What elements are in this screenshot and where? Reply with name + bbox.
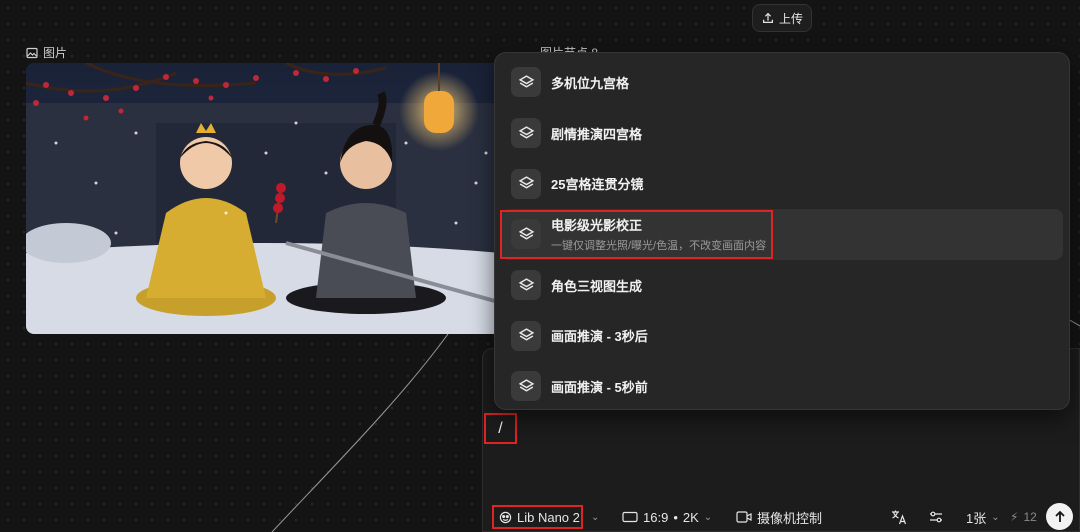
sliders-icon (930, 511, 942, 523)
camera-control-label: 摄像机控制 (757, 510, 823, 526)
layers-icon (511, 270, 541, 301)
lightning-icon: ⚡ (1010, 510, 1019, 524)
menu-item-multi-camera-grid[interactable]: 多机位九宫格 (501, 57, 1063, 108)
menu-item-description: 一键仅调整光照/曝光/色温，不改变画面内容 (551, 240, 767, 253)
layers-icon (511, 320, 541, 351)
settings-sliders-button[interactable] (928, 505, 944, 529)
menu-item-character-three-view[interactable]: 角色三视图生成 (501, 260, 1063, 311)
menu-item-story-four-grid[interactable]: 剧情推演四宫格 (501, 108, 1063, 159)
menu-item-title: 25宫格连贯分镜 (551, 177, 644, 193)
image-count-value: 1张 (966, 510, 987, 526)
separator-dot: • (673, 509, 678, 525)
menu-item-scene-minus-5s[interactable]: 画面推演 - 5秒前 (501, 361, 1063, 412)
generated-image (26, 63, 502, 334)
model-select[interactable]: Lib Nano 2 (492, 505, 583, 529)
menu-item-title: 画面推演 - 5秒前 (551, 379, 648, 395)
chevron-down-icon: ⌄ (991, 511, 1000, 523)
menu-item-title: 角色三视图生成 (551, 278, 643, 294)
menu-item-title: 画面推演 - 3秒后 (551, 329, 648, 345)
arrow-up-icon (1054, 510, 1065, 522)
translate-button[interactable] (890, 505, 908, 529)
image-icon (26, 47, 38, 58)
prompt-input[interactable]: / (484, 413, 517, 444)
layers-icon (511, 67, 541, 98)
canvas[interactable]: 上传 图片 图片节点 8 (0, 0, 1080, 532)
layers-icon (511, 168, 541, 199)
model-name: Lib Nano 2 (517, 509, 580, 525)
model-icon (499, 511, 512, 523)
camera-icon (736, 511, 752, 523)
credits-value: 12 (1023, 510, 1037, 524)
upload-button[interactable]: 上传 (752, 4, 812, 32)
layers-icon (511, 371, 541, 402)
menu-item-cinematic-lighting[interactable]: 电影级光影校正 一键仅调整光照/曝光/色温，不改变画面内容 (501, 209, 1063, 260)
image-node[interactable] (26, 63, 502, 334)
aspect-resolution-select[interactable]: 16:9 • 2K ⌄ (622, 505, 712, 529)
upload-label: 上传 (778, 11, 803, 26)
menu-item-title: 多机位九宫格 (551, 75, 630, 91)
image-count-select[interactable]: 1张 ⌄ (966, 505, 1000, 529)
send-button[interactable] (1046, 503, 1073, 530)
image-node-label: 图片 (26, 44, 67, 61)
menu-item-scene-plus-3s[interactable]: 画面推演 - 3秒后 (501, 310, 1063, 361)
command-menu[interactable]: 多机位九宫格 剧情推演四宫格 25宫格连贯分镜 电影级光影校正 一键仅调整光照/… (494, 52, 1070, 410)
resolution-value: 2K (682, 509, 699, 525)
menu-item-title: 电影级光影校正 (551, 218, 643, 234)
layers-icon (511, 118, 541, 149)
aspect-ratio-value: 16:9 (643, 509, 669, 525)
aspect-ratio-icon (622, 511, 638, 523)
layers-icon (511, 219, 541, 250)
camera-control-button[interactable]: 摄像机控制 (736, 505, 822, 529)
credits-indicator: ⚡ 12 (1010, 505, 1037, 529)
chevron-down-icon: ⌄ (703, 511, 713, 523)
translate-icon (892, 510, 907, 525)
menu-item-25-grid-storyboard[interactable]: 25宫格连贯分镜 (501, 158, 1063, 209)
image-node-title: 图片 (43, 46, 68, 60)
upload-icon (762, 12, 773, 23)
menu-item-title: 剧情推演四宫格 (551, 126, 643, 142)
model-chevron-down-icon[interactable]: ⌄ (591, 505, 599, 529)
